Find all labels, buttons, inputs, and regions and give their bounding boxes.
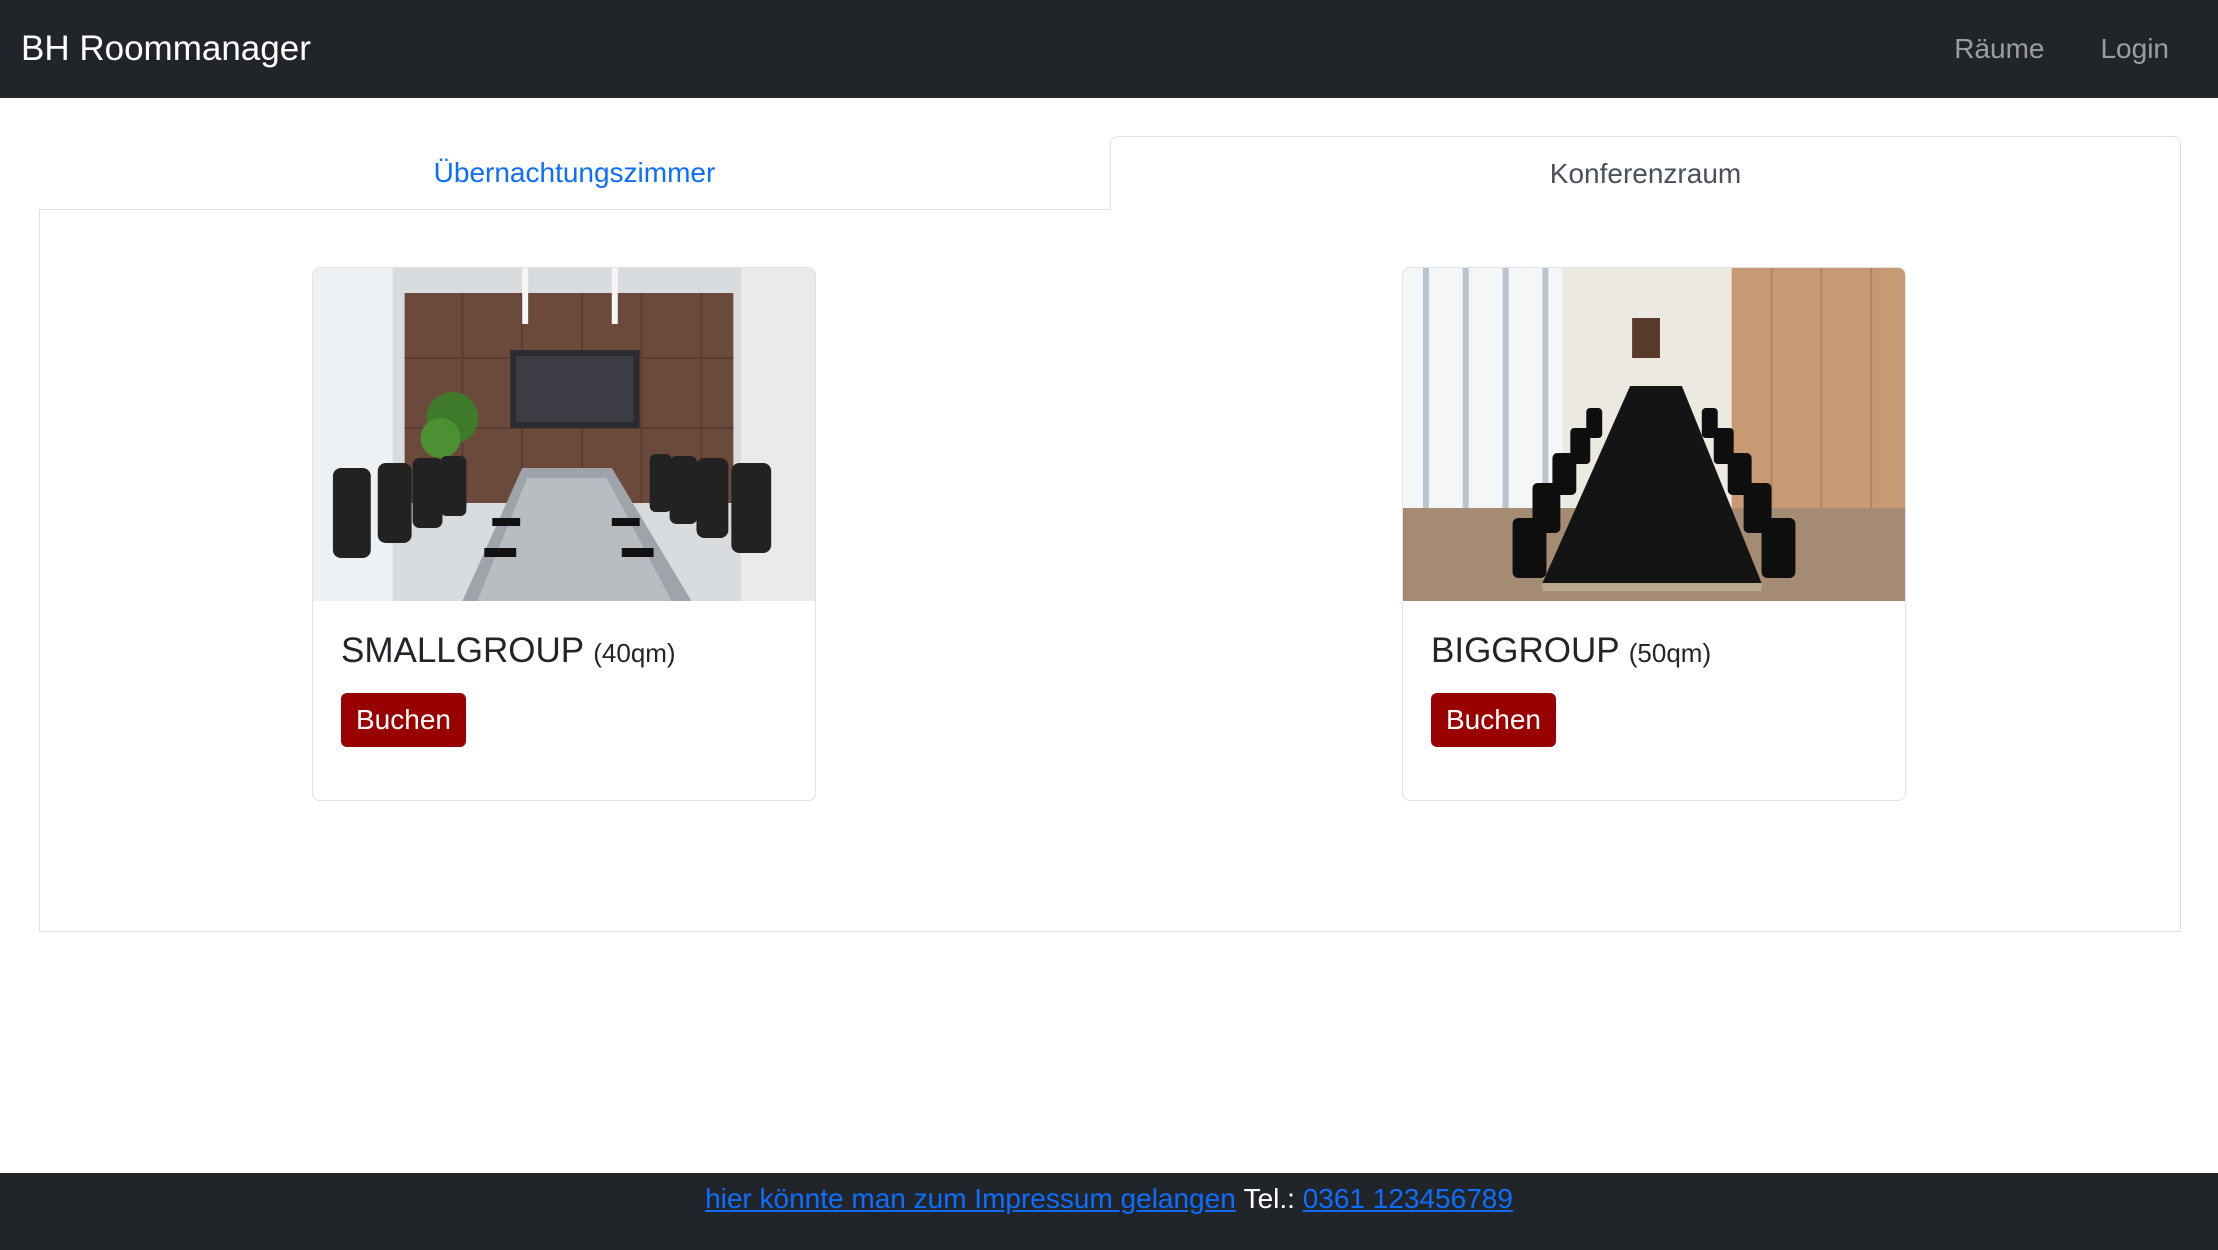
room-name: BIGGROUP xyxy=(1431,631,1620,670)
room-size: (40qm) xyxy=(593,638,676,668)
room-type-tabs-area: Übernachtungszimmer Konferenzraum SMALLG… xyxy=(39,136,2181,932)
room-title: BIGGROUP (50qm) xyxy=(1431,631,1877,671)
book-button-smallgroup[interactable]: Buchen xyxy=(341,693,466,747)
tab-pane-konferenzraum: SMALLGROUP (40qm) Buchen BIGGROUP (50qm)… xyxy=(39,210,2181,932)
nav-link-login[interactable]: Login xyxy=(2100,33,2169,65)
smallgroup-card-body: SMALLGROUP (40qm) Buchen xyxy=(313,601,815,777)
room-card-smallgroup: SMALLGROUP (40qm) Buchen xyxy=(312,267,816,801)
tab-list: Übernachtungszimmer Konferenzraum xyxy=(39,136,2181,210)
brand-link[interactable]: BH Roommanager xyxy=(21,29,311,69)
nav-links: Räume Login xyxy=(1954,33,2197,65)
impressum-link[interactable]: hier könnte man zum Impressum gelangen xyxy=(705,1183,1236,1215)
phone-link[interactable]: 0361 123456789 xyxy=(1303,1183,1513,1215)
book-button-biggroup[interactable]: Buchen xyxy=(1431,693,1556,747)
room-size: (50qm) xyxy=(1628,638,1712,668)
top-navbar: BH Roommanager Räume Login xyxy=(0,0,2218,98)
room-title: SMALLGROUP (40qm) xyxy=(341,631,787,671)
biggroup-room-image xyxy=(1403,268,1905,601)
room-card-biggroup: BIGGROUP (50qm) Buchen xyxy=(1402,267,1906,801)
nav-link-raeume[interactable]: Räume xyxy=(1954,33,2044,65)
smallgroup-room-image xyxy=(313,268,815,601)
biggroup-card-body: BIGGROUP (50qm) Buchen xyxy=(1403,601,1905,777)
tel-label: Tel.: xyxy=(1243,1183,1295,1214)
tab-uebernachtungszimmer[interactable]: Übernachtungszimmer xyxy=(39,136,1110,210)
tab-konferenzraum[interactable]: Konferenzraum xyxy=(1110,136,2181,210)
room-name: SMALLGROUP xyxy=(341,631,584,670)
page-footer: hier könnte man zum Impressum gelangen T… xyxy=(0,1173,2218,1250)
